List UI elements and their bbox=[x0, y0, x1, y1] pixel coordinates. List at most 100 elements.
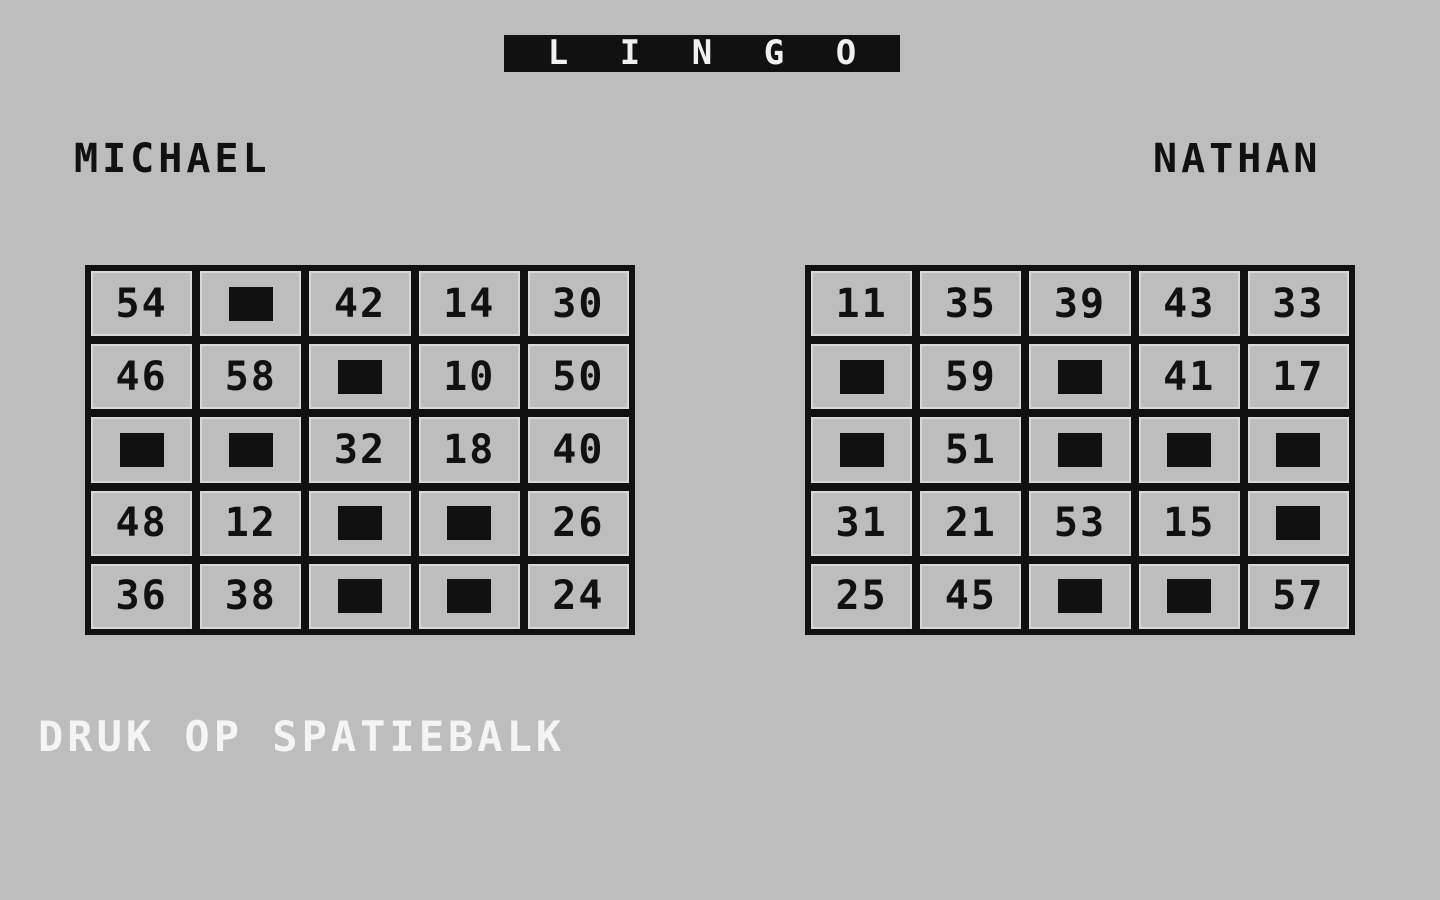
bingo-cell: 24 bbox=[527, 563, 629, 629]
cell-number: 46 bbox=[115, 353, 168, 400]
bingo-cell: 42 bbox=[309, 271, 411, 337]
title-letter: N bbox=[691, 33, 713, 73]
cell-number: 54 bbox=[115, 280, 168, 327]
bingo-cell: 36 bbox=[91, 563, 193, 629]
cell-number: 36 bbox=[115, 573, 168, 620]
bingo-cell bbox=[200, 417, 302, 483]
cell-number: 38 bbox=[224, 573, 277, 620]
title-letter: O bbox=[835, 33, 857, 73]
cell-number: 59 bbox=[944, 353, 997, 400]
cell-number: 11 bbox=[835, 280, 888, 327]
bingo-cell: 25 bbox=[811, 563, 913, 629]
bingo-cell: 53 bbox=[1029, 490, 1131, 556]
cell-number: 26 bbox=[552, 500, 605, 547]
cell-number: 33 bbox=[1272, 280, 1325, 327]
marked-square-icon bbox=[1167, 432, 1212, 467]
bingo-cell: 12 bbox=[200, 490, 302, 556]
marked-square-icon bbox=[337, 506, 382, 541]
cell-number: 41 bbox=[1163, 353, 1216, 400]
bingo-cell: 54 bbox=[91, 271, 193, 337]
bingo-cell: 21 bbox=[920, 490, 1022, 556]
cell-number: 58 bbox=[224, 353, 277, 400]
cell-number: 17 bbox=[1272, 353, 1325, 400]
bingo-cell bbox=[309, 344, 411, 410]
marked-square-icon bbox=[1057, 579, 1102, 614]
marked-square-icon bbox=[1276, 506, 1321, 541]
bingo-cell bbox=[1029, 563, 1131, 629]
game-title: L I N G O bbox=[504, 35, 900, 72]
marked-square-icon bbox=[1057, 359, 1102, 394]
cell-number: 48 bbox=[115, 500, 168, 547]
marked-square-icon bbox=[337, 359, 382, 394]
player-1-name: MICHAEL bbox=[74, 136, 271, 182]
bingo-cell bbox=[309, 563, 411, 629]
bingo-cell: 50 bbox=[527, 344, 629, 410]
marked-square-icon bbox=[1276, 432, 1321, 467]
bingo-cell bbox=[1138, 563, 1240, 629]
cell-number: 50 bbox=[552, 353, 605, 400]
cell-number: 42 bbox=[333, 280, 387, 327]
cell-number: 53 bbox=[1053, 500, 1107, 547]
bingo-cell bbox=[1247, 490, 1349, 556]
bingo-cell: 30 bbox=[527, 271, 629, 337]
bingo-cell bbox=[1138, 417, 1240, 483]
cell-number: 21 bbox=[944, 500, 997, 547]
title-letter: G bbox=[763, 33, 785, 73]
bingo-cell: 35 bbox=[920, 271, 1022, 337]
bingo-cell: 43 bbox=[1138, 271, 1240, 337]
cell-number: 40 bbox=[552, 426, 605, 473]
bingo-cell: 39 bbox=[1029, 271, 1131, 337]
bingo-cell bbox=[200, 271, 302, 337]
bingo-cell: 14 bbox=[418, 271, 520, 337]
marked-square-icon bbox=[447, 506, 492, 541]
bingo-cell: 48 bbox=[91, 490, 193, 556]
bingo-cell bbox=[1029, 417, 1131, 483]
bingo-cell bbox=[309, 490, 411, 556]
cell-number: 35 bbox=[944, 280, 997, 327]
marked-square-icon bbox=[839, 432, 884, 467]
bingo-cell: 57 bbox=[1247, 563, 1349, 629]
bingo-cell bbox=[811, 344, 913, 410]
bingo-cell: 45 bbox=[920, 563, 1022, 629]
player-2-name: NATHAN bbox=[1153, 136, 1322, 182]
bingo-cell bbox=[418, 490, 520, 556]
cell-number: 31 bbox=[835, 500, 888, 547]
bingo-cell: 26 bbox=[527, 490, 629, 556]
marked-square-icon bbox=[1167, 579, 1212, 614]
cell-number: 32 bbox=[333, 426, 387, 473]
title-letter: L bbox=[547, 33, 569, 73]
bingo-cell bbox=[91, 417, 193, 483]
bingo-cell bbox=[1247, 417, 1349, 483]
bingo-cell: 40 bbox=[527, 417, 629, 483]
bingo-cell: 17 bbox=[1247, 344, 1349, 410]
cell-number: 30 bbox=[552, 280, 605, 327]
marked-square-icon bbox=[119, 432, 164, 467]
cell-number: 15 bbox=[1163, 500, 1216, 547]
cell-number: 51 bbox=[944, 426, 997, 473]
player-2-bingo-card: 11 35 39 43 33 59 41 17 51 31 21 53 15 25 45 57 bbox=[805, 265, 1355, 635]
player-1-bingo-card: 54 42 14 30 46 58 10 50 32 18 40 48 12 26 36 38 24 bbox=[85, 265, 635, 635]
bingo-cell: 41 bbox=[1138, 344, 1240, 410]
bingo-cell: 31 bbox=[811, 490, 913, 556]
marked-square-icon bbox=[228, 432, 273, 467]
bingo-cell: 51 bbox=[920, 417, 1022, 483]
bingo-cell: 11 bbox=[811, 271, 913, 337]
bingo-cell: 15 bbox=[1138, 490, 1240, 556]
bingo-cell: 58 bbox=[200, 344, 302, 410]
bingo-cell bbox=[1029, 344, 1131, 410]
marked-square-icon bbox=[839, 359, 884, 394]
marked-square-icon bbox=[228, 286, 273, 321]
cell-number: 39 bbox=[1053, 280, 1107, 327]
bingo-cell: 46 bbox=[91, 344, 193, 410]
cell-number: 18 bbox=[443, 426, 496, 473]
bingo-cell: 38 bbox=[200, 563, 302, 629]
bingo-cell: 10 bbox=[418, 344, 520, 410]
marked-square-icon bbox=[337, 579, 382, 614]
bingo-cell bbox=[418, 563, 520, 629]
cell-number: 25 bbox=[835, 573, 888, 620]
bingo-cell bbox=[811, 417, 913, 483]
bingo-cell: 32 bbox=[309, 417, 411, 483]
bingo-cell: 59 bbox=[920, 344, 1022, 410]
title-letter: I bbox=[619, 33, 641, 73]
bingo-cell: 33 bbox=[1247, 271, 1349, 337]
